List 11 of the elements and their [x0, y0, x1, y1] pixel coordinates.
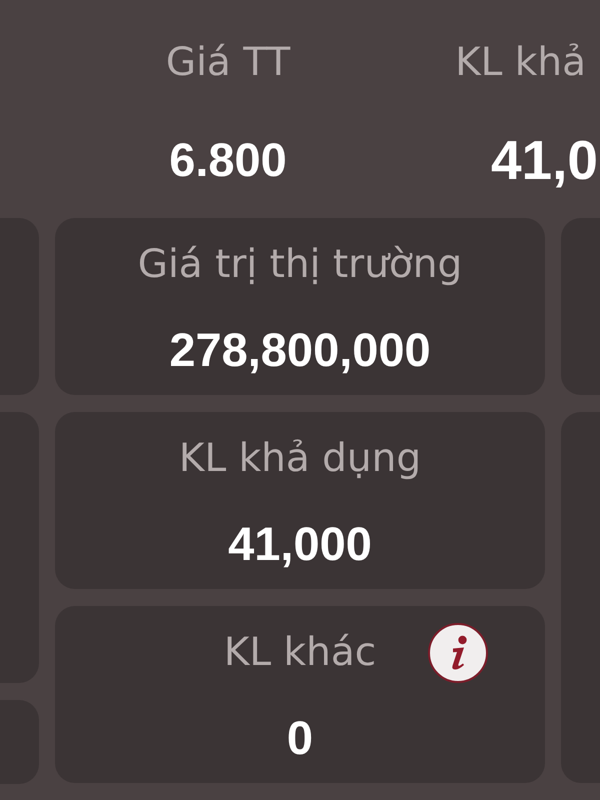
info-icon[interactable]	[428, 623, 488, 683]
column-label: KL khả	[455, 40, 586, 86]
stat-label: KL khả dụng	[178, 436, 422, 482]
column-label: Giá TT	[166, 40, 290, 86]
stat-value: 278,800,000	[169, 323, 431, 377]
stat-value: 0	[286, 711, 314, 765]
stat-value: 41,000	[228, 517, 372, 571]
column-value: 41,0	[490, 130, 598, 190]
stat-label: Giá trị thị trường	[138, 242, 462, 288]
column-value: 6.800	[169, 132, 287, 188]
stat-label: KL khác	[224, 630, 376, 676]
